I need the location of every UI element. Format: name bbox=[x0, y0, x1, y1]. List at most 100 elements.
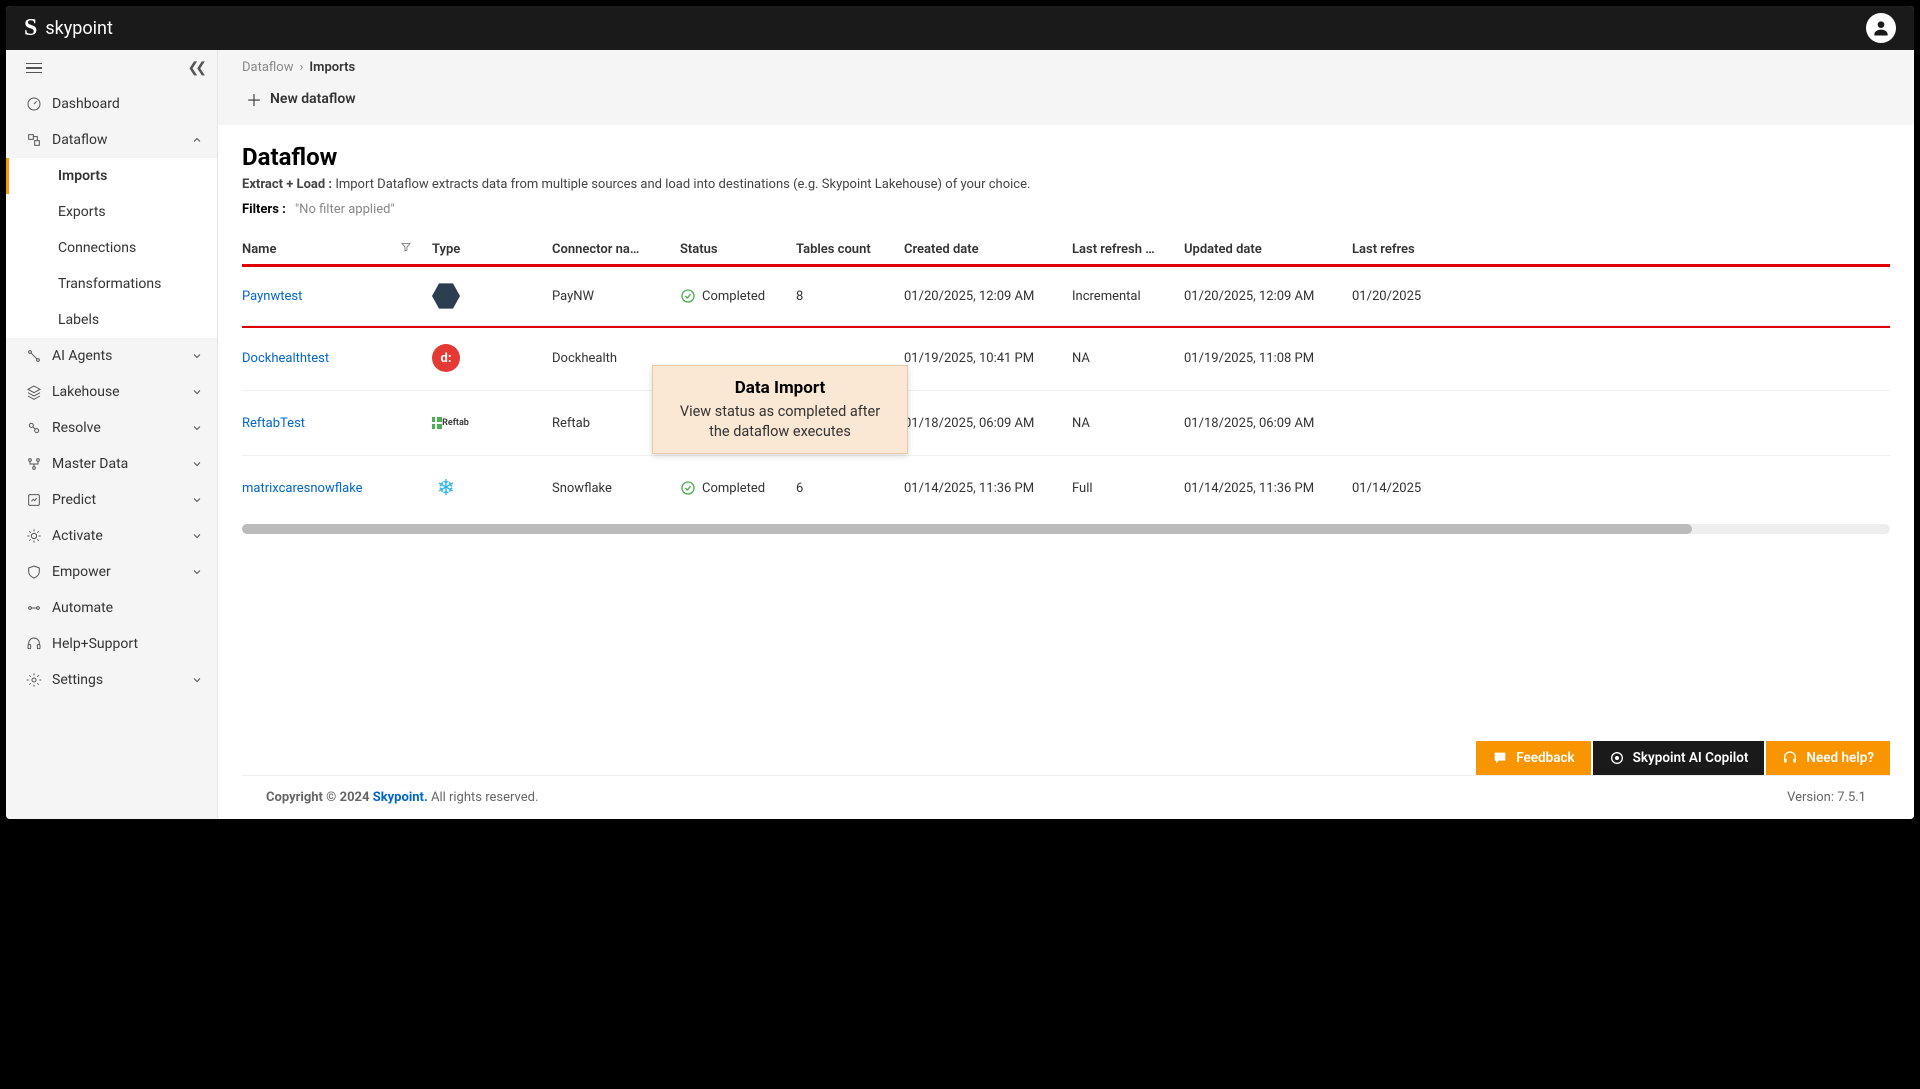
th-last-refresh[interactable]: Last refres bbox=[1352, 242, 1452, 257]
nav-resolve[interactable]: Resolve bbox=[6, 410, 217, 446]
app-root: S skypoint ❮❮ Dashboard Dataflo bbox=[6, 6, 1914, 819]
cell-created: 01/19/2025, 10:41 PM bbox=[904, 351, 1072, 366]
filter-icon[interactable] bbox=[400, 241, 412, 257]
nav-label: Predict bbox=[52, 492, 96, 508]
cell-updated: 01/19/2025, 11:08 PM bbox=[1184, 351, 1352, 366]
brand-name: skypoint bbox=[45, 18, 113, 39]
nav-settings[interactable]: Settings bbox=[6, 662, 217, 698]
sub-connections[interactable]: Connections bbox=[6, 230, 217, 266]
th-name[interactable]: Name bbox=[242, 241, 432, 257]
predict-icon bbox=[26, 492, 42, 508]
th-created[interactable]: Created date bbox=[904, 242, 1072, 257]
version: Version: 7.5.1 bbox=[1787, 790, 1866, 805]
brand: S skypoint bbox=[24, 16, 113, 40]
body: ❮❮ Dashboard Dataflow Imports Exports Co… bbox=[6, 50, 1914, 819]
cell-name[interactable]: matrixcaresnowflake bbox=[242, 481, 432, 496]
breadcrumb-parent[interactable]: Dataflow bbox=[242, 60, 294, 75]
cell-refresh-type: NA bbox=[1072, 416, 1184, 431]
table-row[interactable]: matrixcaresnowflake❄SnowflakeCompleted60… bbox=[242, 455, 1890, 520]
headset-icon bbox=[1782, 750, 1798, 766]
skypoint-link[interactable]: Skypoint. bbox=[373, 790, 428, 805]
nav-label: Dashboard bbox=[52, 96, 120, 112]
chevron-down-icon bbox=[191, 458, 203, 470]
nav-dataflow[interactable]: Dataflow bbox=[6, 122, 217, 158]
gauge-icon bbox=[26, 96, 42, 112]
th-status[interactable]: Status bbox=[680, 242, 796, 257]
chevron-down-icon bbox=[191, 530, 203, 542]
nav-label: Lakehouse bbox=[52, 384, 120, 400]
nav-empower[interactable]: Empower bbox=[6, 554, 217, 590]
cell-tables: 8 bbox=[796, 289, 904, 304]
hamburger-icon[interactable] bbox=[26, 63, 42, 74]
nav-dashboard[interactable]: Dashboard bbox=[6, 86, 217, 122]
snowflake-icon: ❄ bbox=[432, 474, 460, 502]
th-tables[interactable]: Tables count bbox=[796, 242, 904, 257]
nav-label: AI Agents bbox=[52, 348, 112, 364]
nav-label: Dataflow bbox=[52, 132, 107, 148]
table-row[interactable]: PaynwtestPayNWCompleted801/20/2025, 12:0… bbox=[242, 264, 1890, 328]
toolbar: Dataflow › Imports ＋ New dataflow bbox=[218, 50, 1914, 125]
nav-master-data[interactable]: Master Data bbox=[6, 446, 217, 482]
th-refresh-type[interactable]: Last refresh … bbox=[1072, 242, 1184, 257]
cell-refresh-type: Full bbox=[1072, 481, 1184, 496]
nav-label: Settings bbox=[52, 672, 103, 688]
footer-actions: Feedback Skypoint AI Copilot Need help? bbox=[242, 741, 1890, 775]
chevron-down-icon bbox=[191, 494, 203, 506]
cell-connector: Dockhealth bbox=[552, 351, 680, 366]
th-updated[interactable]: Updated date bbox=[1184, 242, 1352, 257]
need-help-button[interactable]: Need help? bbox=[1766, 741, 1890, 775]
cell-name[interactable]: Dockhealthtest bbox=[242, 351, 432, 366]
reftab-icon: Reftab bbox=[432, 409, 460, 437]
nav-activate[interactable]: Activate bbox=[6, 518, 217, 554]
sub-labels[interactable]: Labels bbox=[6, 302, 217, 338]
scrollbar-thumb[interactable] bbox=[242, 524, 1692, 534]
main: Dataflow › Imports ＋ New dataflow Datafl… bbox=[218, 50, 1914, 819]
cell-name[interactable]: ReftabTest bbox=[242, 416, 432, 431]
cell-last-refresh: 01/14/2025 bbox=[1352, 481, 1452, 496]
chevron-down-icon bbox=[191, 674, 203, 686]
feedback-button[interactable]: Feedback bbox=[1476, 741, 1590, 775]
chevron-down-icon bbox=[191, 386, 203, 398]
sub-exports[interactable]: Exports bbox=[6, 194, 217, 230]
nav-ai-agents[interactable]: AI Agents bbox=[6, 338, 217, 374]
user-avatar[interactable] bbox=[1866, 13, 1896, 43]
nav-predict[interactable]: Predict bbox=[6, 482, 217, 518]
cell-type: ❄ bbox=[432, 474, 552, 502]
cell-type bbox=[432, 282, 552, 310]
cell-tables: 6 bbox=[796, 481, 904, 496]
dataflow-icon bbox=[26, 132, 42, 148]
horizontal-scrollbar[interactable] bbox=[242, 524, 1890, 534]
table-row[interactable]: ReftabTestReftabReftab01/18/2025, 06:09 … bbox=[242, 390, 1890, 455]
sidebar-top: ❮❮ bbox=[6, 50, 217, 86]
new-dataflow-button[interactable]: ＋ New dataflow bbox=[242, 81, 360, 117]
content: Dataflow Extract + Load : Import Dataflo… bbox=[218, 125, 1914, 819]
resolve-icon bbox=[26, 420, 42, 436]
cell-name[interactable]: Paynwtest bbox=[242, 289, 432, 304]
sub-transformations[interactable]: Transformations bbox=[6, 266, 217, 302]
table-row[interactable]: Dockhealthtestd:Dockhealth01/19/2025, 10… bbox=[242, 325, 1890, 390]
page-desc-bold: Extract + Load : bbox=[242, 177, 332, 192]
check-icon bbox=[680, 288, 696, 304]
chevron-down-icon bbox=[191, 422, 203, 434]
gear-icon bbox=[26, 672, 42, 688]
collapse-sidebar-icon[interactable]: ❮❮ bbox=[188, 60, 203, 76]
table-wrap[interactable]: Name Type Connector na… Status Tables co… bbox=[242, 231, 1890, 534]
th-connector[interactable]: Connector na… bbox=[552, 242, 680, 257]
filters-label: Filters : bbox=[242, 202, 286, 217]
nav-help[interactable]: Help+Support bbox=[6, 626, 217, 662]
brand-logo-icon: S bbox=[24, 16, 37, 40]
cell-status: Completed bbox=[680, 480, 796, 496]
page-title: Dataflow bbox=[242, 143, 1890, 171]
nav-lakehouse[interactable]: Lakehouse bbox=[6, 374, 217, 410]
sub-imports[interactable]: Imports bbox=[6, 158, 217, 194]
nav-automate[interactable]: Automate bbox=[6, 590, 217, 626]
chevron-down-icon bbox=[191, 350, 203, 362]
callout-text: View status as completed after the dataf… bbox=[669, 402, 891, 441]
breadcrumb: Dataflow › Imports bbox=[242, 50, 1890, 81]
th-type[interactable]: Type bbox=[432, 242, 552, 257]
dataflow-subitems: Imports Exports Connections Transformati… bbox=[6, 158, 217, 338]
copilot-button[interactable]: Skypoint AI Copilot bbox=[1593, 741, 1765, 775]
speech-icon bbox=[1492, 750, 1508, 766]
cell-updated: 01/18/2025, 06:09 AM bbox=[1184, 416, 1352, 431]
chevron-down-icon bbox=[191, 566, 203, 578]
